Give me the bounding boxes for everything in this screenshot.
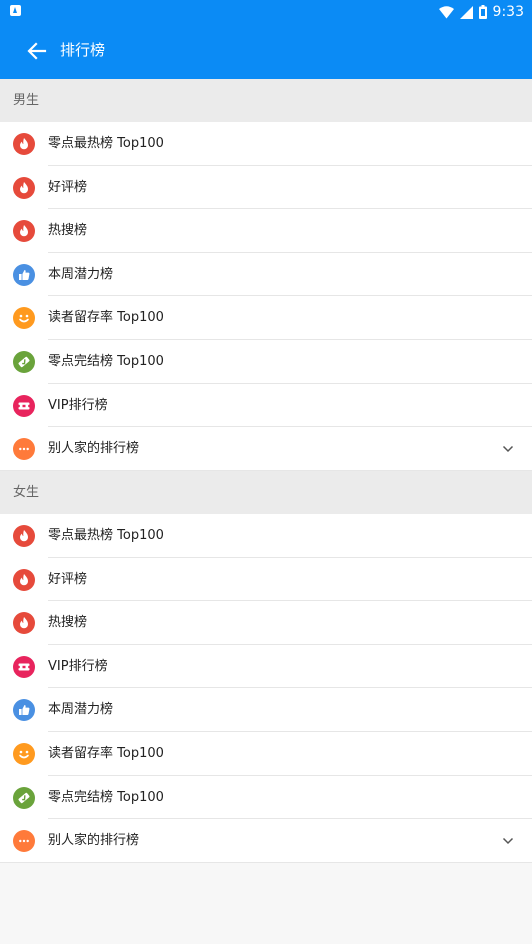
list-item-label: 热搜榜 — [48, 615, 88, 631]
notification-icon — [10, 5, 21, 16]
smile-icon — [13, 742, 35, 765]
section-header-male: 男生 — [0, 79, 532, 122]
list-item-label: 本周潜力榜 — [48, 702, 114, 718]
page-title: 排行榜 — [60, 41, 106, 59]
ticket-icon — [13, 655, 35, 678]
status-bar: 9:33 — [0, 0, 532, 24]
flame-icon — [13, 612, 35, 635]
list-item-label: 零点最热榜 Top100 — [48, 136, 164, 151]
ranking-list-male: 零点最热榜 Top100 好评榜热搜榜本周潜力榜读者留存率 Top100 零点完结榜… — [0, 122, 532, 471]
list-item[interactable]: 本周潜力榜 — [0, 253, 532, 297]
signal-icon — [459, 5, 473, 19]
chevron-down-icon[interactable] — [502, 443, 514, 455]
list-item[interactable]: 零点完结榜 Top100 — [0, 776, 532, 820]
smile-icon — [13, 307, 35, 330]
list-item-label: VIP排行榜 — [48, 397, 108, 413]
divider — [0, 861, 532, 863]
list-item[interactable]: 读者留存率 Top100 — [0, 296, 532, 340]
app-bar: 排行榜 — [0, 24, 532, 79]
arrow-left-icon — [27, 42, 47, 60]
list-item[interactable]: 零点最热榜 Top100 — [0, 514, 532, 558]
list-item-label: 别人家的排行榜 — [48, 441, 140, 457]
list-item[interactable]: 零点最热榜 Top100 — [0, 122, 532, 166]
flame-icon — [13, 133, 35, 155]
list-item[interactable]: 别人家的排行榜 — [0, 819, 532, 863]
battery-icon — [478, 5, 487, 19]
list-item[interactable]: 热搜榜 — [0, 601, 532, 645]
more-icon — [13, 830, 35, 853]
list-item[interactable]: 别人家的排行榜 — [0, 427, 532, 471]
list-item-label: 零点最热榜 Top100 — [48, 528, 164, 543]
section-title: 女生 — [13, 485, 40, 500]
thumbs-up-icon — [13, 263, 35, 286]
flame-icon — [13, 568, 35, 591]
list-item[interactable]: 读者留存率 Top100 — [0, 732, 532, 776]
more-icon — [13, 438, 35, 461]
list-item-label: 读者留存率 Top100 — [48, 310, 164, 326]
thumbs-up-icon — [13, 699, 35, 722]
list-item[interactable]: 零点完结榜 Top100 — [0, 340, 532, 384]
list-item[interactable]: 好评榜 — [0, 166, 532, 210]
finish-icon — [13, 350, 35, 373]
status-icons: 9:33 — [438, 3, 524, 21]
list-item-label: VIP排行榜 — [48, 658, 108, 674]
section-title: 男生 — [13, 93, 40, 108]
status-time: 9:33 — [492, 4, 524, 20]
list-item-label: 热搜榜 — [48, 223, 88, 239]
flame-icon — [13, 525, 35, 547]
list-item-label: 好评榜 — [48, 571, 88, 587]
list-item[interactable]: 本周潜力榜 — [0, 688, 532, 732]
list-item-label: 零点完结榜 Top100 — [48, 353, 164, 369]
chevron-down-icon[interactable] — [502, 835, 514, 847]
list-item-label: 好评榜 — [48, 179, 88, 195]
list-item[interactable]: 热搜榜 — [0, 209, 532, 253]
flame-icon — [13, 220, 35, 243]
ranking-list-female: 零点最热榜 Top100 好评榜热搜榜 VIP排行榜 本周潜力榜读者留存率 Top10… — [0, 514, 532, 863]
list-item-label: 零点完结榜 Top100 — [48, 789, 164, 805]
list-item-label: 读者留存率 Top100 — [48, 745, 164, 761]
ticket-icon — [13, 394, 35, 417]
section-header-female: 女生 — [0, 471, 532, 514]
wifi-icon — [438, 5, 454, 19]
list-item-label: 本周潜力榜 — [48, 266, 114, 282]
list-item[interactable]: 好评榜 — [0, 558, 532, 602]
list-item[interactable]: VIP排行榜 — [0, 645, 532, 689]
finish-icon — [13, 786, 35, 809]
list-item-label: 别人家的排行榜 — [48, 833, 140, 849]
flame-icon — [13, 176, 35, 199]
back-button[interactable] — [24, 38, 50, 64]
list-item[interactable]: VIP排行榜 — [0, 384, 532, 428]
